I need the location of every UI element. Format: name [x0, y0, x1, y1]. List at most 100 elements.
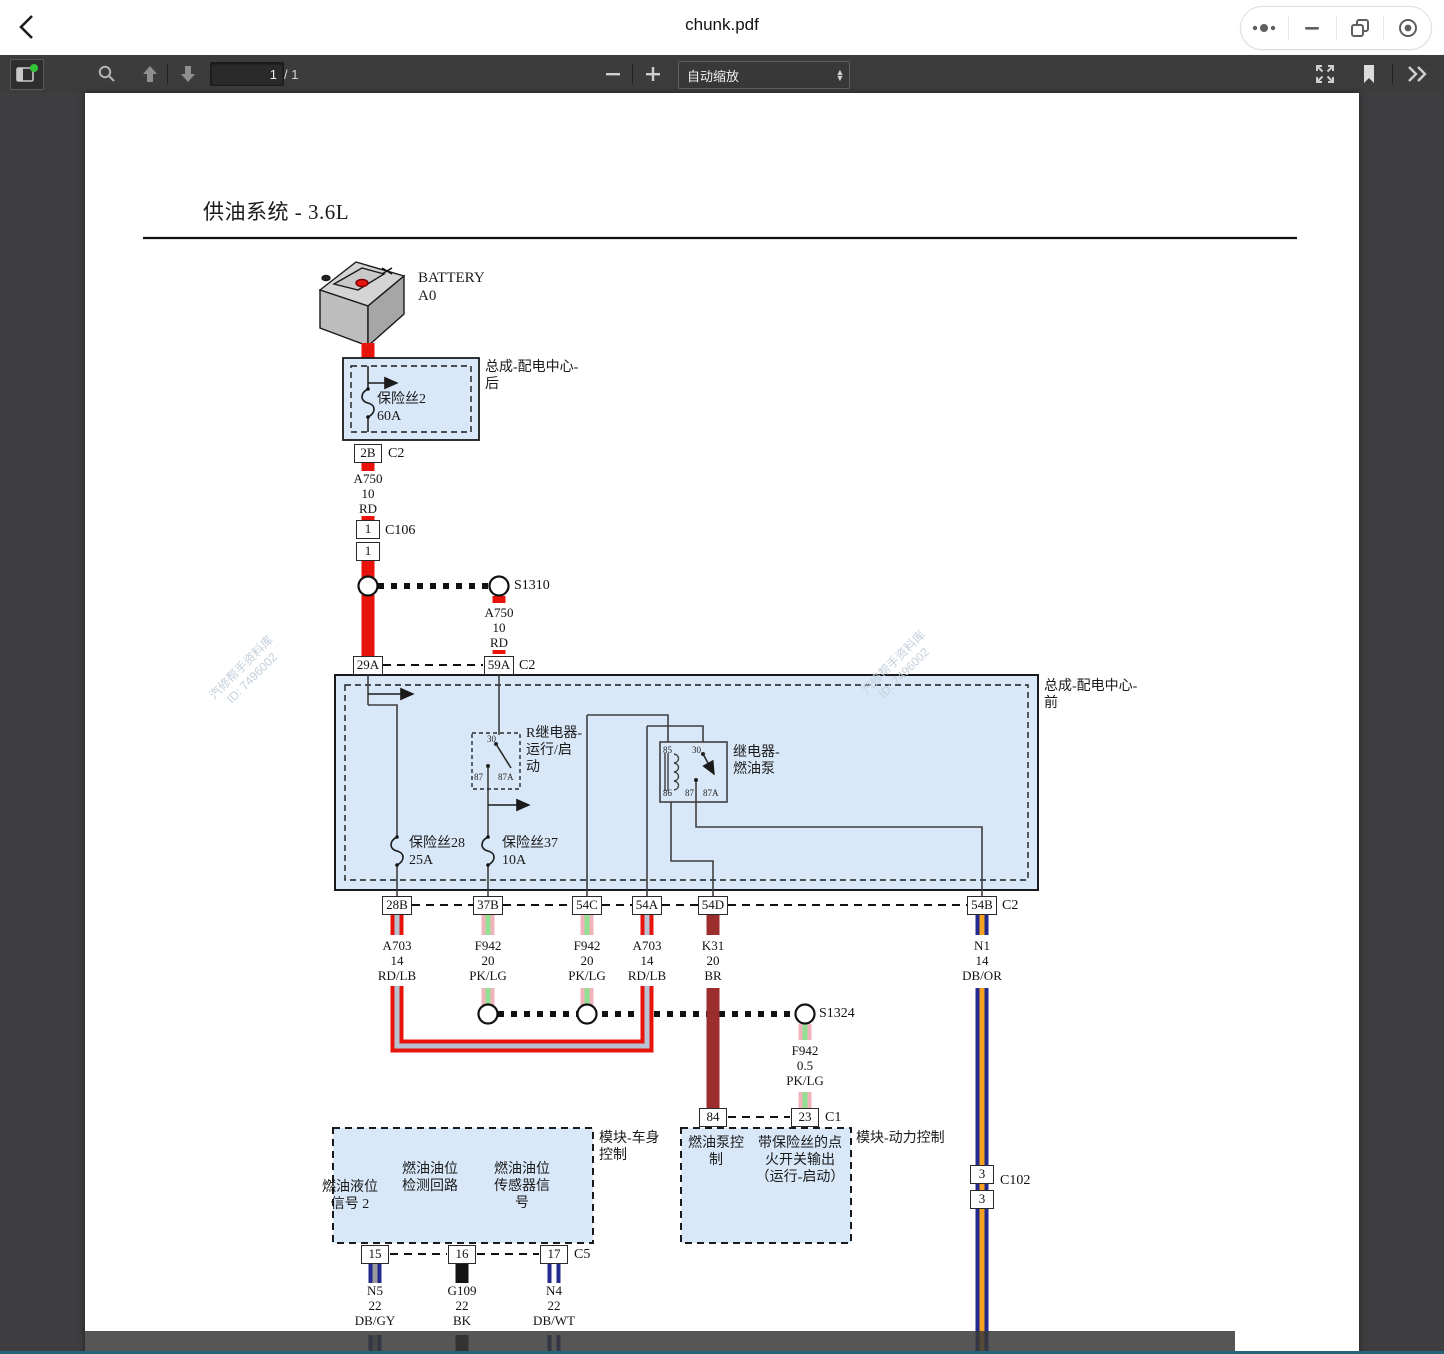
wire-label: N5 22 DB/GY [355, 1283, 395, 1328]
minus-icon [604, 65, 622, 83]
wire-code: F942 [786, 1043, 824, 1058]
zoom-select-label: 自动缩放 [679, 66, 831, 85]
wire-label-a750-1: A750 10 RD [354, 471, 383, 516]
pdf-viewer-area[interactable]: 供油系统 - 3.6L 汽修帮手资料库 ID: 7496002 汽修帮手资料库 … [0, 93, 1444, 1354]
arrow-down-icon [178, 64, 198, 84]
app-title-bar: chunk.pdf [0, 0, 1444, 55]
bcm-signal3: 燃油油位传感器信号 [490, 1161, 554, 1212]
select-arrows-icon: ▲▼ [831, 69, 849, 81]
battery-label: BATTERY A0 [418, 269, 485, 305]
relay-fp-pin-86: 86 [663, 788, 672, 798]
relay-run-pin-87a: 87A [498, 772, 514, 782]
wire-gauge: 22 [448, 1298, 477, 1313]
wire-code: F942 [568, 938, 606, 953]
connector-c106-label: C106 [385, 523, 415, 539]
connector-c2-bottom-label: C2 [1002, 898, 1018, 914]
wire-gauge: 10 [354, 486, 383, 501]
splice-s1324-label: S1324 [819, 1006, 855, 1022]
wire-code: A703 [628, 938, 666, 953]
wire-color: BR [702, 968, 724, 983]
zoom-in-button[interactable] [638, 59, 668, 89]
connector-c2-top-label: C2 [519, 658, 535, 674]
pin-23: 23 [791, 1108, 819, 1127]
wire-gauge: 20 [702, 953, 724, 968]
wire-rd-lb-core [397, 914, 647, 1046]
pin-84: 84 [699, 1108, 727, 1127]
toolbar-separator [167, 64, 168, 84]
wire-code: N1 [962, 938, 1002, 953]
wire-gauge: 14 [962, 953, 1002, 968]
document-title: chunk.pdf [0, 15, 1444, 35]
pdf-page: 供油系统 - 3.6L 汽修帮手资料库 ID: 7496002 汽修帮手资料库 … [85, 93, 1359, 1354]
pin-29a: 29A [353, 656, 383, 675]
relay-fp-pin-87a: 87A [703, 788, 719, 798]
wire-code: N4 [533, 1283, 575, 1298]
zoom-select[interactable]: 自动缩放 ▲▼ [678, 61, 850, 89]
relay-fp-pin-30: 30 [692, 745, 701, 755]
page-down-button[interactable] [173, 59, 203, 89]
plus-icon [644, 65, 662, 83]
fuse37-rating: 10A [502, 852, 558, 869]
wire-gauge: 14 [628, 953, 666, 968]
relay-run-pin-87: 87 [474, 772, 483, 782]
fuse28-label: 保险丝28 25A [409, 835, 465, 869]
battery-name: BATTERY [418, 269, 485, 287]
relay-run-pin-30: 30 [487, 734, 496, 744]
pcm-pin84-function: 燃油泵控制 [686, 1135, 746, 1169]
fuse28-rating: 25A [409, 852, 465, 869]
battery-negative-terminal [322, 276, 330, 281]
pin-c106-bottom: 1 [356, 542, 380, 561]
page-count-label: / 1 [284, 67, 298, 82]
wire-color: RD/LB [378, 968, 416, 983]
fuse2-label: 保险丝2 60A [377, 391, 426, 425]
record-icon [1397, 17, 1419, 39]
restore-icon [1349, 17, 1371, 39]
wire-label: K31 20 BR [702, 938, 724, 983]
pin-c102-bottom: 3 [970, 1190, 994, 1209]
pin-37b: 37B [473, 896, 503, 915]
presentation-mode-button[interactable] [1310, 59, 1340, 89]
wire-code: G109 [448, 1283, 477, 1298]
more-tools-button[interactable] [1402, 59, 1432, 89]
zoom-out-button[interactable] [598, 59, 628, 89]
relay-fp-label: 继电器-燃油泵 [733, 744, 791, 778]
pin-59a: 59A [484, 656, 514, 675]
wire-code: A750 [354, 471, 383, 486]
wire-color: DB/GY [355, 1313, 395, 1328]
toolbar-separator [1392, 64, 1393, 84]
wire-color: DB/WT [533, 1313, 575, 1328]
pin-c106-top: 1 [356, 520, 380, 539]
minimize-icon [1302, 18, 1322, 38]
wire-color: PK/LG [786, 1073, 824, 1088]
arrow-up-icon [140, 64, 160, 84]
search-button[interactable] [92, 59, 122, 89]
connector-c5-label: C5 [574, 1247, 590, 1263]
pin-54a: 54A [632, 896, 662, 915]
wire-label-f942: F942 0.5 PK/LG [786, 1043, 824, 1088]
toggle-sidebar-button[interactable] [10, 59, 44, 90]
page-up-button[interactable] [135, 59, 165, 89]
more-button[interactable] [1241, 7, 1288, 49]
wire-color: DB/OR [962, 968, 1002, 983]
minimize-button[interactable] [1289, 7, 1336, 49]
sidebar-icon [16, 65, 38, 85]
connector-c102-label: C102 [1000, 1173, 1030, 1189]
pin-2b: 2B [354, 444, 382, 463]
pin-17: 17 [540, 1245, 568, 1264]
fuse2-name: 保险丝2 [377, 391, 426, 408]
pin-54c: 54C [572, 896, 602, 915]
pdc-rear-label: 总成-配电中心-后 [485, 359, 587, 393]
bookmark-icon [1359, 63, 1379, 85]
wire-color: PK/LG [568, 968, 606, 983]
wire-gauge: 22 [355, 1298, 395, 1313]
page-number-input[interactable] [210, 62, 284, 86]
wire-code: A703 [378, 938, 416, 953]
restore-button[interactable] [1337, 7, 1384, 49]
pdf-toolbar: / 1 自动缩放 ▲▼ [0, 55, 1444, 94]
wire-code: N5 [355, 1283, 395, 1298]
bookmark-button[interactable] [1354, 59, 1384, 89]
bcm-signal1: 燃油液位信号 2 [318, 1179, 382, 1213]
record-button[interactable] [1384, 7, 1431, 49]
splice-s1310-label: S1310 [514, 578, 550, 594]
connector-c1-label: C1 [825, 1110, 841, 1126]
